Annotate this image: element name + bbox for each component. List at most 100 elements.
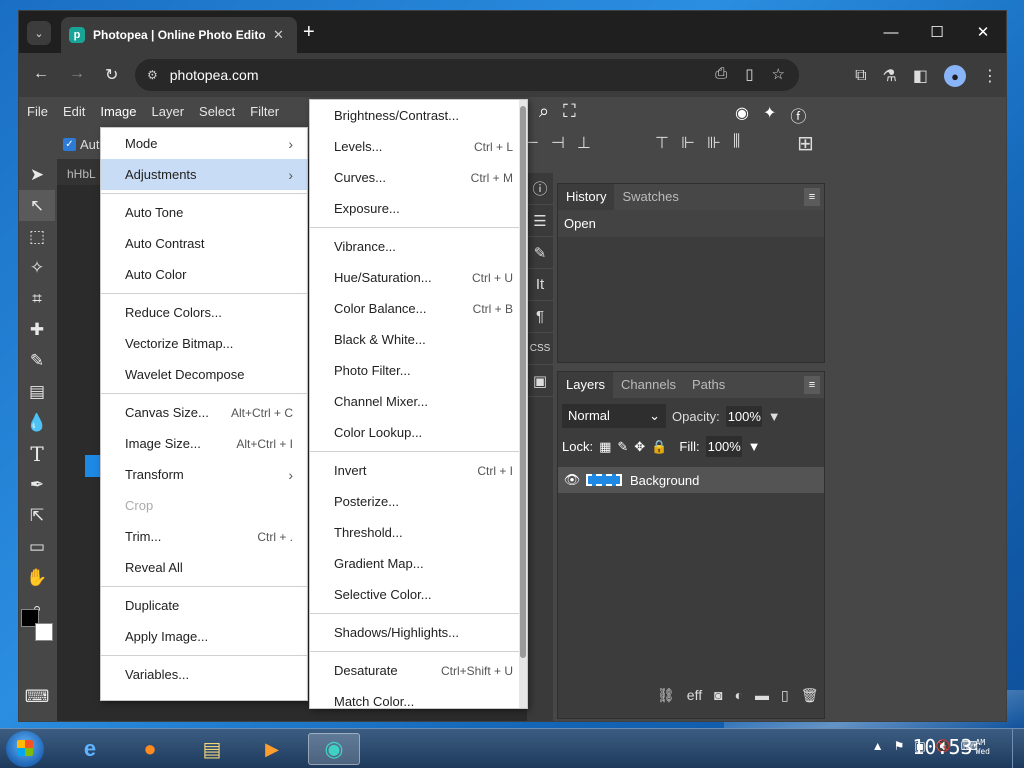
image-menu-item-wavelet-decompose[interactable]: Wavelet Decompose (101, 359, 307, 390)
tab-history[interactable]: History (558, 184, 615, 210)
effects-icon[interactable]: eff (687, 687, 702, 704)
minimize-icon[interactable]: — (868, 11, 914, 53)
blur-tool-icon[interactable]: 💧 (19, 407, 55, 438)
adjustments-item-curves[interactable]: Curves... Ctrl + M (310, 162, 527, 193)
blend-mode-select[interactable]: Normal ⌄ (562, 404, 666, 428)
move-tool-icon[interactable]: ➤ (19, 159, 55, 190)
magic-wand-tool-icon[interactable]: ✧ (19, 252, 55, 283)
menu-edit[interactable]: Edit (63, 104, 85, 119)
site-info-icon[interactable]: ⚙ (147, 68, 158, 82)
bookmark-star-icon[interactable]: ☆ (772, 65, 785, 83)
character-icon[interactable]: It (527, 269, 553, 301)
start-button[interactable] (6, 731, 44, 767)
image-menu-item-trim[interactable]: Trim... Ctrl + . (101, 521, 307, 552)
tab-paths[interactable]: Paths (684, 372, 733, 398)
hand-tool-icon[interactable]: ✋ (19, 562, 55, 593)
image-menu-item-adjustments[interactable]: Adjustments › (101, 159, 307, 190)
tab-swatches[interactable]: Swatches (614, 184, 686, 210)
address-bar[interactable]: ⚙ photopea.com ⎙ ▯ ☆ (135, 59, 799, 91)
path-select-tool-icon[interactable]: ⇱ (19, 500, 55, 531)
new-layer-icon[interactable]: ▯ (781, 687, 789, 704)
image-panel-icon[interactable]: ▣ (527, 365, 553, 397)
twitter-icon[interactable]: ✦ (763, 103, 776, 127)
adjustments-item-desaturate[interactable]: Desaturate Ctrl+Shift + U (310, 655, 527, 686)
image-menu-item-transform[interactable]: Transform › (101, 459, 307, 490)
panel-menu-icon[interactable]: ≡ (804, 188, 820, 206)
crop-tool-icon[interactable]: ⌗ (19, 283, 55, 314)
css-icon[interactable]: CSS (527, 333, 553, 365)
keyboard-icon[interactable]: ⌨ (19, 681, 55, 712)
browser-tab[interactable]: p Photopea | Online Photo Editor ✕ (61, 17, 297, 53)
opacity-dropdown-icon[interactable]: ▼ (768, 409, 781, 424)
shape-tool-icon[interactable]: ▭ (19, 531, 55, 562)
align-center-icon[interactable]: ⊣ (551, 133, 565, 153)
tray-expand-icon[interactable]: ▲ (872, 739, 884, 753)
history-item[interactable]: Open (558, 210, 824, 237)
show-desktop-button[interactable] (1012, 729, 1024, 768)
internet-explorer-icon[interactable]: e (64, 733, 116, 765)
opacity-input[interactable]: 100% (725, 405, 762, 427)
tab-channels[interactable]: Channels (613, 372, 684, 398)
align-middle-icon[interactable]: ⊩ (681, 133, 695, 153)
lock-pixels-icon[interactable]: ✎ (617, 439, 628, 455)
menu-file[interactable]: File (27, 104, 48, 119)
marquee-tool-icon[interactable]: ⬚ (19, 221, 55, 252)
adjustments-item-match-color[interactable]: Match Color... (310, 686, 527, 708)
mask-icon[interactable]: ◙ (714, 687, 722, 704)
tab-layers[interactable]: Layers (558, 372, 614, 398)
move-select-tool-icon[interactable]: ↖ (19, 190, 55, 221)
browser-taskbar-icon[interactable]: ◉ (308, 733, 360, 765)
align-right-icon[interactable]: ⊥ (577, 133, 591, 153)
search-icon[interactable]: ⌕ (539, 101, 549, 122)
adjustments-item-levels[interactable]: Levels... Ctrl + L (310, 131, 527, 162)
image-menu-item-auto-contrast[interactable]: Auto Contrast (101, 228, 307, 259)
menu-filter[interactable]: Filter (250, 104, 279, 119)
image-menu-item-reveal-all[interactable]: Reveal All (101, 552, 307, 583)
lock-position-icon[interactable]: ✥ (634, 439, 645, 455)
image-menu-item-reduce-colors[interactable]: Reduce Colors... (101, 297, 307, 328)
adjustments-item-vibrance[interactable]: Vibrance... (310, 231, 527, 262)
adjustments-item-hue-saturation[interactable]: Hue/Saturation... Ctrl + U (310, 262, 527, 293)
reload-icon[interactable]: ↻ (105, 65, 118, 85)
media-player-icon[interactable]: ▶ (246, 733, 298, 765)
page-icon[interactable]: ▯ (745, 65, 753, 83)
forward-icon[interactable]: → (69, 65, 85, 83)
image-menu-item-vectorize-bitmap[interactable]: Vectorize Bitmap... (101, 328, 307, 359)
install-app-icon[interactable]: ⎙ (715, 65, 727, 83)
adjustments-item-invert[interactable]: Invert Ctrl + I (310, 455, 527, 486)
tab-search-button[interactable]: ⌄ (27, 21, 51, 45)
adjustments-item-posterize[interactable]: Posterize... (310, 486, 527, 517)
panel-menu-icon[interactable]: ≡ (804, 376, 820, 394)
reddit-icon[interactable]: ◉ (735, 103, 749, 127)
action-center-flag-icon[interactable]: ⚑ (894, 739, 905, 753)
image-menu-item-auto-color[interactable]: Auto Color (101, 259, 307, 290)
adjustments-item-color-lookup[interactable]: Color Lookup... (310, 417, 527, 448)
brush-panel-icon[interactable]: ✎ (527, 237, 553, 269)
close-tab-icon[interactable]: ✕ (273, 27, 284, 43)
healing-tool-icon[interactable]: ✚ (19, 314, 55, 345)
properties-icon[interactable]: ☰ (527, 205, 553, 237)
side-panel-icon[interactable]: ◧ (913, 66, 928, 86)
labs-icon[interactable]: ⚗ (883, 66, 897, 86)
paragraph-icon[interactable]: ¶ (527, 301, 553, 333)
close-window-icon[interactable]: ✕ (960, 11, 1006, 53)
gradient-tool-icon[interactable]: ▤ (19, 376, 55, 407)
extensions-icon[interactable]: ⧉ (855, 67, 866, 85)
visibility-eye-icon[interactable]: 👁 (558, 472, 586, 488)
new-tab-icon[interactable]: + (303, 21, 315, 43)
grid-icon[interactable]: ⊞ (797, 131, 814, 156)
fullscreen-icon[interactable]: ⛶ (563, 101, 576, 122)
type-tool-icon[interactable]: T (19, 438, 55, 469)
adjustments-item-color-balance[interactable]: Color Balance... Ctrl + B (310, 293, 527, 324)
lock-transparency-icon[interactable]: ▦ (599, 439, 611, 455)
background-color-swatch[interactable] (35, 623, 53, 641)
distribute-icon[interactable]: ⫼ (733, 133, 740, 153)
adjustments-item-channel-mixer[interactable]: Channel Mixer... (310, 386, 527, 417)
image-menu-item-variables[interactable]: Variables... (101, 659, 307, 690)
folder-icon[interactable]: ▬ (755, 687, 769, 704)
link-layers-icon[interactable]: ⛓ (657, 687, 675, 704)
brush-tool-icon[interactable]: ✎ (19, 345, 55, 376)
adjustments-item-selective-color[interactable]: Selective Color... (310, 579, 527, 610)
adjustments-item-shadows-highlights[interactable]: Shadows/Highlights... (310, 617, 527, 648)
image-menu-item-mode[interactable]: Mode › (101, 128, 307, 159)
